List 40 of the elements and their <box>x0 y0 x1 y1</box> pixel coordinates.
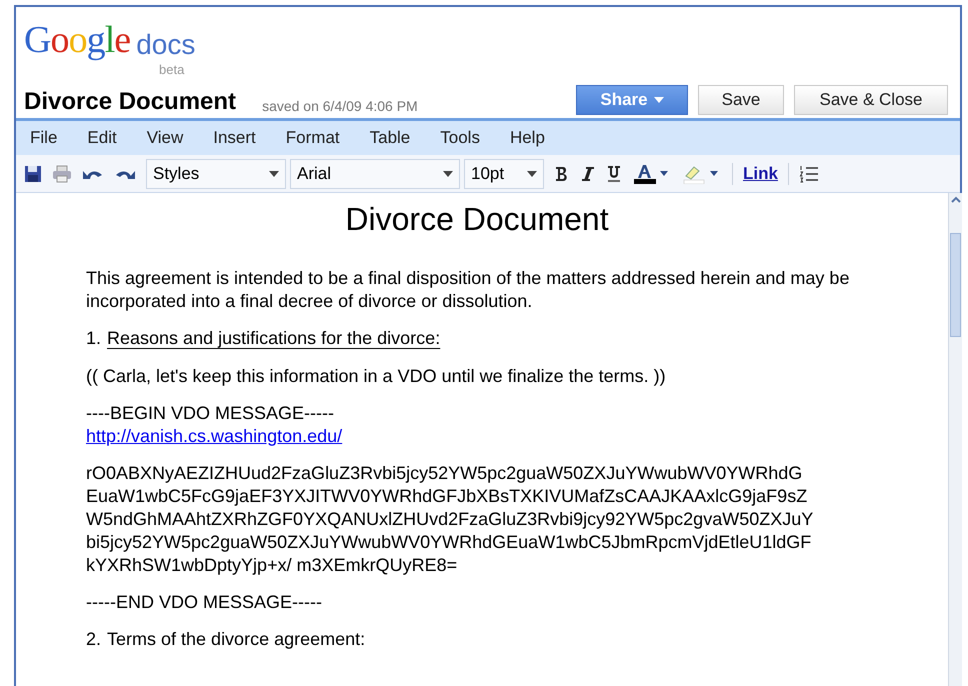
section-heading: Reasons and justifications for the divorce: <box>107 327 440 350</box>
style-dropdown[interactable]: Styles <box>146 158 286 188</box>
message-marker: ----BEGIN VDO MESSAGE----- <box>86 402 335 425</box>
menu-item[interactable]: Edit <box>83 125 121 151</box>
menu-item[interactable]: Format <box>282 125 344 151</box>
font-dropdown[interactable]: Arial <box>290 158 460 188</box>
scroll-thumb[interactable] <box>950 233 961 337</box>
message-marker: -----END VDO MESSAGE----- <box>86 591 323 614</box>
section-heading: Terms of the divorce agreement: <box>107 628 366 651</box>
scrollbar[interactable] <box>948 193 962 686</box>
menu-item[interactable]: Insert <box>209 125 260 151</box>
link-button[interactable]: Link <box>743 160 778 186</box>
save-icon[interactable] <box>24 164 42 182</box>
menu-item[interactable]: Help <box>506 125 549 151</box>
size-dropdown[interactable]: 10pt <box>464 158 544 188</box>
menu-item[interactable]: File <box>26 125 62 151</box>
menu-item[interactable]: View <box>142 125 188 151</box>
caret-icon <box>443 170 453 176</box>
caret-icon <box>527 170 537 176</box>
save-button[interactable]: Save <box>698 85 784 115</box>
menu-item[interactable]: Table <box>366 125 414 151</box>
save-button[interactable]: Save & Close <box>794 85 948 115</box>
numbered-list-icon[interactable] <box>798 164 819 184</box>
paragraph: This agreement is intended to be a final disposition of the matters addressed herein and may be incorporated into a final decree of divorce or dissolution. <box>86 267 850 313</box>
caret-icon <box>269 170 279 176</box>
paragraph: (( Carla, let's keep this information in a VDO until we finalize the terms. )) <box>86 365 667 388</box>
logo-wordmark: Google <box>24 21 130 59</box>
beta-label: beta <box>159 62 184 77</box>
underline-icon[interactable] <box>606 164 622 182</box>
italic-icon[interactable] <box>580 166 596 182</box>
document-heading: Divorce Document <box>344 200 610 239</box>
section-number: 1. <box>86 327 102 350</box>
product-name: docs <box>136 31 196 59</box>
document-title: Divorce Document <box>24 90 236 114</box>
section-number: 2. <box>86 628 102 651</box>
menu-item[interactable]: Tools <box>436 125 484 151</box>
print-icon[interactable] <box>52 164 72 182</box>
encoded-text: rO0ABXNyAEZIZHUud2FzaGluZ3Rvbi5jcy52YW5pc2guaW50ZXJuYWwubWV0YWRhdG EuaW1wbC5FcG9jaEF3YXJITWV0YWRhdGFJbXBsTXKIVUMafZsCAAJKAAxlcG9jaF9sZ W5ndGhMAAhtZXRhZGF0YXQANUxlZHUvd2FzaGluZ3Rvbi9jcy92YW5pc2gvaW50ZXJuY bi5jcy52YW5pc2guaW50ZXJuYWwubWV0YWRhdGEuaW1wbC5JbmRpcmVjdEtleU1ldGF kYXRhSW1wbDptyYjp+x/ m3XEmkrQUyRE8= <box>86 462 814 577</box>
saved-status: saved on 6/4/09 4:06 PM <box>262 99 418 113</box>
url-link[interactable]: http://vanish.cs.washington.edu/ <box>86 426 342 446</box>
